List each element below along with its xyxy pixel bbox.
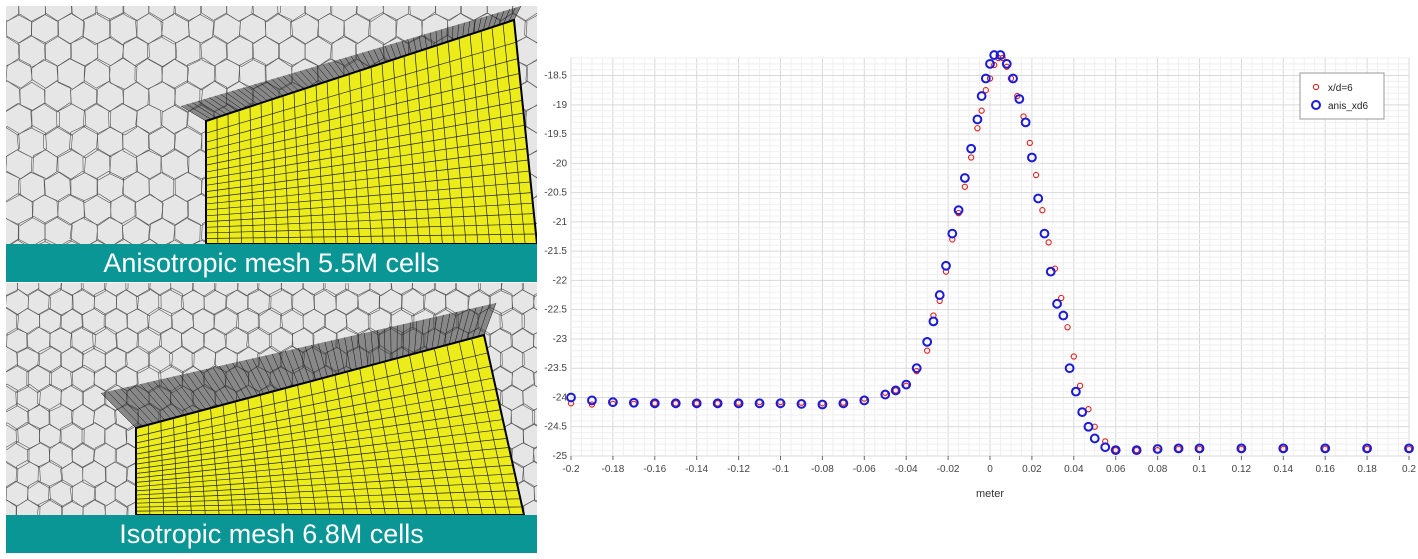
y-tick-label: -19 — [553, 100, 568, 111]
y-tick-label: -19.5 — [544, 129, 567, 140]
anisotropic-mesh-caption: Anisotropic mesh 5.5M cells — [6, 244, 537, 282]
x-tick-label: -0.12 — [727, 464, 750, 475]
x-tick-label: -0.18 — [602, 464, 625, 475]
x-tick-label: -0.2 — [562, 464, 580, 475]
x-tick-label: 0.06 — [1106, 464, 1126, 475]
y-tick-label: -20 — [553, 158, 568, 169]
x-tick-label: 0.18 — [1357, 464, 1377, 475]
y-tick-label: -20.5 — [544, 188, 567, 199]
legend-label-xd6: x/d=6 — [1328, 83, 1353, 94]
x-tick-label: -0.14 — [685, 464, 708, 475]
y-tick-label: -21.5 — [544, 246, 567, 257]
x-tick-label: -0.02 — [937, 464, 960, 475]
y-tick-label: -21 — [553, 217, 568, 228]
x-tick-label: 0.08 — [1148, 464, 1168, 475]
x-tick-label: 0.14 — [1274, 464, 1294, 475]
x-tick-label: -0.16 — [643, 464, 666, 475]
y-tick-label: -22.5 — [544, 305, 567, 316]
x-tick-label: 0.1 — [1193, 464, 1207, 475]
isotropic-mesh-graphic — [6, 283, 537, 515]
legend-box — [1299, 72, 1385, 120]
legend: x/d=6 anis_xd6 — [1299, 72, 1385, 120]
x-tick-label: 0.16 — [1315, 464, 1335, 475]
x-tick-label: 0.02 — [1022, 464, 1042, 475]
anisotropic-mesh-graphic — [6, 6, 537, 244]
x-axis-title: meter — [976, 488, 1004, 500]
isotropic-mesh-image — [6, 283, 537, 515]
y-tick-label: -18.5 — [544, 71, 567, 82]
y-tick-label: -24.5 — [544, 422, 567, 433]
legend-label-anis: anis_xd6 — [1328, 101, 1368, 112]
x-tick-label: -0.06 — [853, 464, 876, 475]
x-tick-label: 0 — [987, 464, 993, 475]
x-tick-label: -0.04 — [895, 464, 918, 475]
isotropic-mesh-caption: Isotropic mesh 6.8M cells — [6, 515, 537, 553]
y-tick-label: -23 — [553, 334, 568, 345]
x-tick-label: 0.2 — [1402, 464, 1416, 475]
x-tick-label: 0.12 — [1232, 464, 1252, 475]
x-tick-labels: -0.2 -0.18 -0.16 -0.14 -0.12 -0.1 -0.08 -0.06 -0… — [562, 456, 1416, 475]
y-tick-label: -25 — [553, 451, 568, 462]
x-tick-label: -0.08 — [811, 464, 834, 475]
y-tick-label: -23.5 — [544, 363, 567, 374]
profile-chart: -0.2 -0.18 -0.16 -0.14 -0.12 -0.1 -0.08 -0.06 -0… — [544, 50, 1416, 500]
y-tick-labels: -18.5 -19 -19.5 -20 -20.5 -21 -21.5 -22 -22.5 -23… — [544, 71, 567, 462]
y-tick-label: -24 — [553, 392, 568, 403]
anisotropic-mesh-image — [6, 6, 537, 244]
grid — [570, 57, 1410, 457]
y-tick-label: -22 — [553, 275, 568, 286]
x-tick-label: 0.04 — [1064, 464, 1084, 475]
x-tick-label: -0.1 — [772, 464, 790, 475]
